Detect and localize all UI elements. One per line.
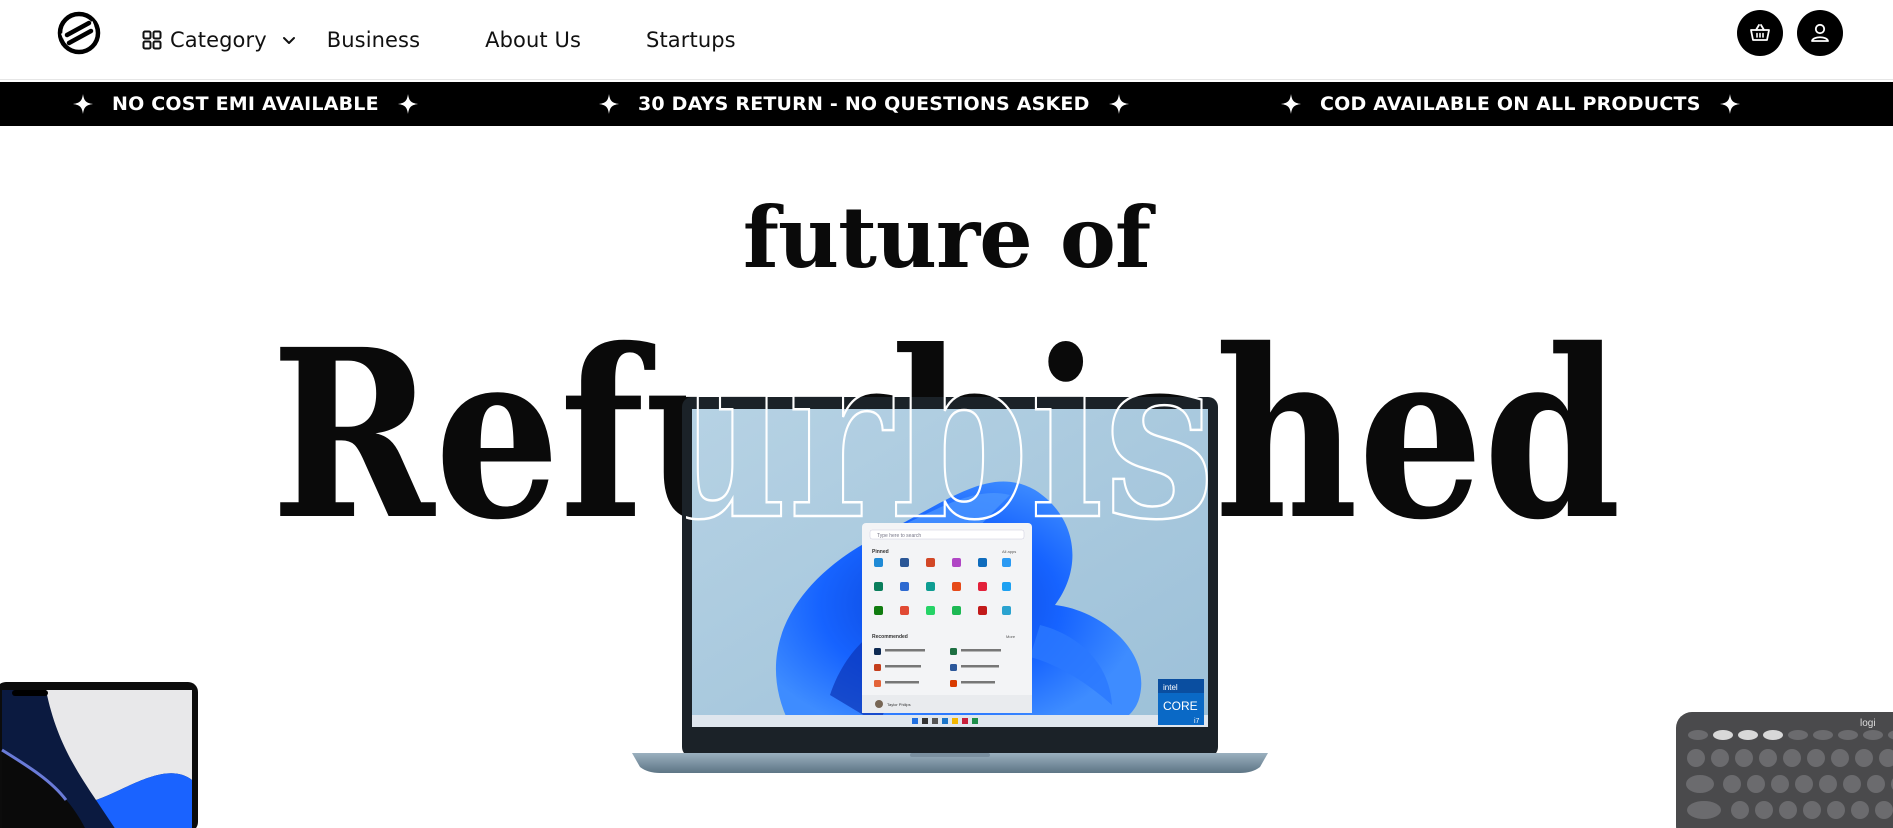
- svg-text:intel: intel: [1163, 683, 1178, 692]
- more-label: More: [1006, 634, 1016, 639]
- ticker-text: 30 DAYS RETURN - NO QUESTIONS ASKED: [638, 93, 1090, 115]
- nav-link-about-us[interactable]: About Us: [485, 28, 581, 52]
- start-menu: Type here to search Pinned All apps Reco…: [862, 523, 1032, 713]
- keyboard-brand: logi: [1860, 718, 1876, 729]
- basket-icon: [1750, 24, 1770, 41]
- sparkle-icon: [397, 94, 418, 114]
- sparkle-icon: [1281, 94, 1301, 114]
- svg-text:CORE: CORE: [1163, 699, 1198, 713]
- grid-icon: [142, 30, 162, 50]
- keyboard-image: logi: [1676, 712, 1893, 828]
- sparkle-icon: [73, 94, 93, 114]
- hero-subheading: future of: [742, 188, 1151, 287]
- start-search-text: Type here to search: [877, 533, 921, 539]
- recommended-label: Recommended: [872, 634, 908, 640]
- main-nav: Category Business About Us Startups: [142, 0, 736, 80]
- sparkle-icon: [1719, 94, 1740, 114]
- pinned-label: Pinned: [872, 549, 889, 555]
- ticker-item: 30 DAYS RETURN - NO QUESTIONS ASKED: [598, 82, 1130, 126]
- brand-logo-icon[interactable]: [56, 10, 102, 56]
- start-user-name: Taylor Philips: [887, 702, 911, 707]
- chevron-down-icon: [282, 37, 295, 44]
- nav-link-startups[interactable]: Startups: [646, 28, 736, 52]
- all-apps-label: All apps: [1002, 549, 1016, 554]
- ticker-text: NO COST EMI AVAILABLE: [112, 93, 379, 115]
- nav-link-business[interactable]: Business: [327, 28, 420, 52]
- cart-button[interactable]: [1737, 10, 1783, 56]
- taskbar: [692, 715, 1208, 727]
- account-button[interactable]: [1797, 10, 1843, 56]
- user-icon: [1811, 23, 1829, 42]
- sparkle-icon: [599, 94, 619, 114]
- category-label: Category: [170, 28, 267, 52]
- ticker-item: NO COST EMI AVAILABLE: [72, 82, 419, 126]
- announcement-bar: NO COST EMI AVAILABLE 30 DAYS RETURN - N…: [0, 82, 1893, 126]
- category-dropdown[interactable]: Category: [142, 28, 297, 52]
- site-header: Category Business About Us Startups: [0, 0, 1893, 80]
- laptop-image: Type here to search Pinned All apps Reco…: [632, 397, 1268, 773]
- intel-core-badge: intel CORE i7: [1158, 679, 1204, 725]
- sparkle-icon: [1108, 94, 1129, 114]
- macbook-image: [0, 682, 198, 828]
- ticker-item: COD AVAILABLE ON ALL PRODUCTS: [1280, 82, 1741, 126]
- svg-text:i7: i7: [1194, 718, 1200, 725]
- ticker-text: COD AVAILABLE ON ALL PRODUCTS: [1320, 93, 1701, 115]
